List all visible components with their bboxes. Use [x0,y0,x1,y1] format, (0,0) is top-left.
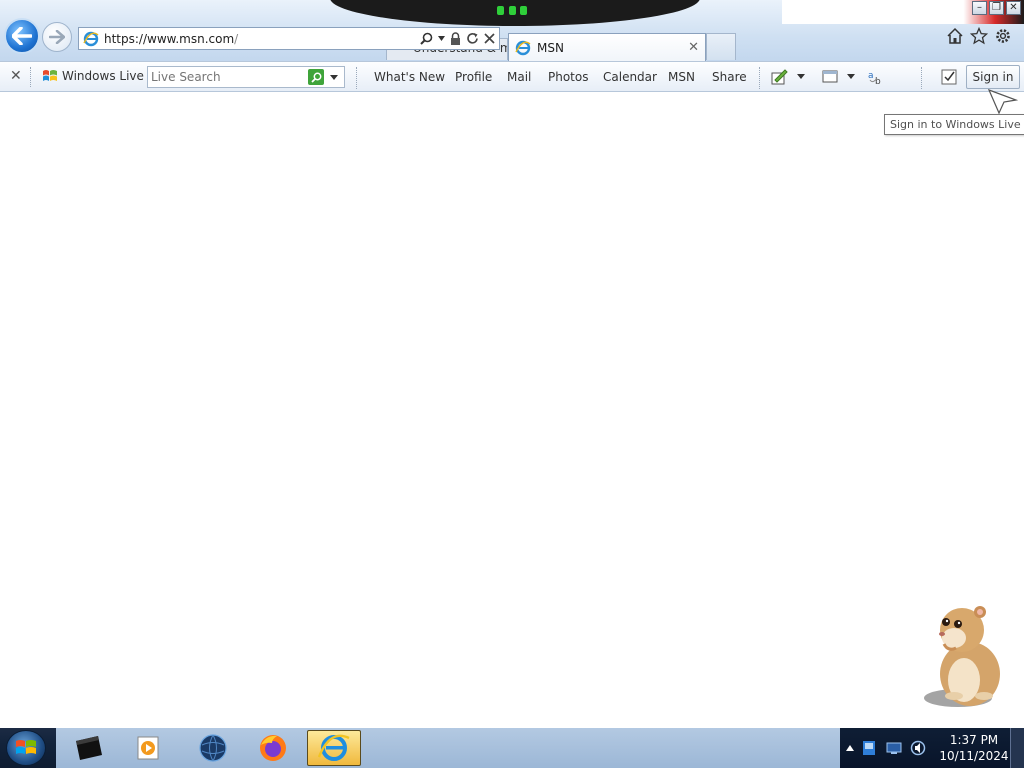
internet-explorer-icon [318,734,350,761]
tab-msn[interactable]: MSN ✕ [508,33,706,61]
close-toolbar-icon[interactable]: ✕ [10,68,22,84]
taskbar-app-terminal[interactable] [62,730,116,766]
minimize-button[interactable]: – [972,1,987,15]
windows-logo-icon [16,740,36,754]
terminal-icon [76,736,102,760]
tray-app-icon[interactable] [862,740,878,756]
window-controls: – ❐ ✕ [972,1,1021,15]
network-icon[interactable] [886,741,902,755]
sign-in-label: Sign in [972,70,1014,84]
toolbar-separator [759,67,760,89]
dropdown-arrow-icon[interactable] [797,74,805,79]
link-msn[interactable]: MSN [668,70,695,84]
close-button[interactable]: ✕ [1006,1,1021,15]
arrow-right-icon [49,30,65,44]
arrow-left-icon [12,27,32,45]
window-icon[interactable] [822,69,838,83]
link-calendar[interactable]: Calendar [603,70,657,84]
windows-live-toolbar: ✕ Windows Live What's New Profile Mail P… [0,61,1024,92]
svg-text:a: a [868,71,874,81]
dropdown-arrow-icon[interactable] [847,74,855,79]
address-tools [420,32,495,45]
taskbar-app-internet-explorer[interactable] [307,730,361,766]
refresh-icon[interactable] [466,32,479,45]
show-desktop-button[interactable] [1010,728,1024,768]
sign-in-tooltip: Sign in to Windows Live [884,114,1024,135]
toolbar-separator [921,67,922,89]
search-dropdown-icon[interactable] [330,74,338,80]
new-tab-button[interactable] [706,33,736,60]
command-icons [946,27,1012,45]
start-button[interactable] [6,730,46,766]
back-button[interactable] [4,18,40,54]
mouse-cursor-icon [988,89,1018,115]
globe-icon [199,734,227,762]
url-path: / [234,31,239,46]
forward-button[interactable] [42,22,72,52]
address-bar[interactable]: https://www.msn.com/ [78,27,500,50]
favorites-star-icon[interactable] [970,27,988,45]
wallpaper-green-lights [497,6,527,17]
clock-date: 10/11/2024 [939,749,1009,763]
search-icon [310,72,321,83]
live-search-box[interactable] [147,66,345,88]
link-whats-new[interactable]: What's New [374,70,445,84]
link-mail[interactable]: Mail [507,70,531,84]
clock-time: 1:37 PM [949,733,999,747]
link-share[interactable]: Share [712,70,747,84]
restore-button[interactable]: ❐ [989,1,1004,15]
link-photos[interactable]: Photos [548,70,588,84]
close-tab-icon[interactable]: ✕ [688,40,699,55]
lock-icon[interactable] [450,32,461,45]
link-profile[interactable]: Profile [455,70,492,84]
toolbar-separator [356,67,357,89]
media-player-icon [137,736,159,760]
url-scheme: https://www. [104,31,180,46]
windows-flag-icon [43,70,57,81]
tooltip-text: Sign in to Windows Live [890,118,1021,131]
blog-edit-icon[interactable] [771,69,789,85]
stop-icon[interactable] [484,33,495,44]
dropdown-arrow-icon[interactable] [438,36,445,41]
live-search-input[interactable] [148,70,306,84]
tab-label: MSN [537,40,564,55]
brand-label: Windows Live [62,69,144,83]
taskbar-app-firefox[interactable] [246,730,300,766]
ie-page-icon [83,31,99,46]
address-url[interactable]: https://www.msn.com/ [104,32,420,46]
taskbar-clock[interactable]: 1:37 PM 10/11/2024 [938,732,1010,764]
volume-icon[interactable] [910,740,926,756]
checkbox-icon[interactable] [941,69,957,85]
taskbar-app-globe[interactable] [186,730,240,766]
taskbar-app-media-player[interactable] [122,730,176,766]
translate-icon[interactable]: a b [867,69,885,85]
svg-text:b: b [875,77,881,85]
hamster-desktop-pet[interactable] [918,600,1012,712]
url-host: msn.com [179,31,235,46]
search-go-button[interactable] [308,69,324,85]
search-icon[interactable] [420,32,433,45]
home-icon[interactable] [946,27,964,45]
toolbar-grip[interactable] [30,67,32,87]
sign-in-button[interactable]: Sign in [966,65,1020,89]
show-hidden-icons-icon[interactable] [846,745,854,751]
gear-icon[interactable] [994,27,1012,45]
windows-live-brand[interactable]: Windows Live [42,68,144,84]
firefox-icon [260,735,286,761]
tray-icons [846,740,926,756]
ie-page-icon [515,40,531,55]
